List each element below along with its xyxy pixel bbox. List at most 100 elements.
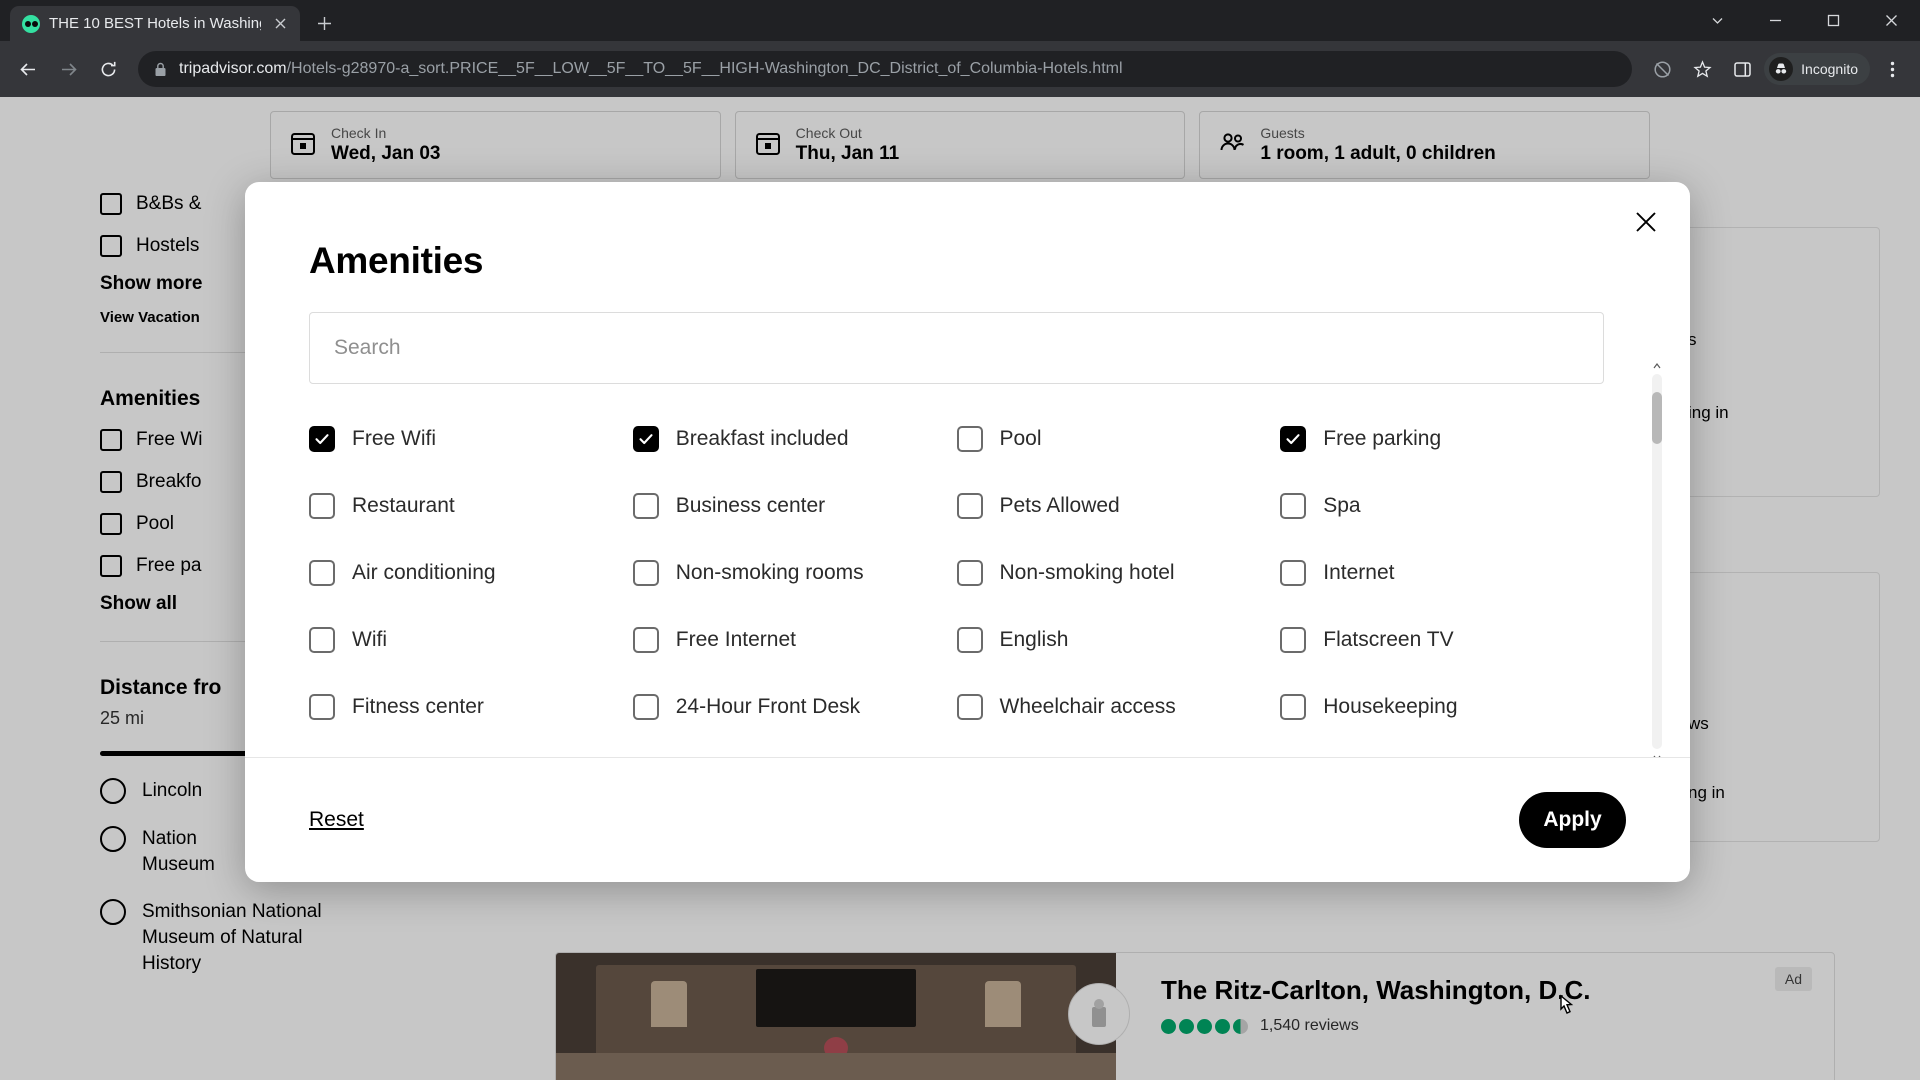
reload-icon[interactable] [90,51,126,87]
amenity-option-business-center[interactable]: Business center [632,493,957,519]
amenity-options-grid: Free Wifi Breakfast included Pool Free park… [309,426,1626,720]
checkbox-icon[interactable] [956,493,983,519]
apply-button[interactable]: Apply [1519,792,1626,848]
amenity-option-pool[interactable]: Pool [956,426,1281,452]
address-bar[interactable]: tripadvisor.com/Hotels-g28970-a_sort.PRI… [138,51,1633,87]
amenity-option-free-parking[interactable]: Free parking [1280,426,1604,452]
amenity-option-label: Internet [1323,561,1395,584]
checkbox-icon[interactable] [632,627,659,653]
checkbox-icon[interactable] [956,560,983,586]
search-wrapper [309,312,1626,384]
modal-scrollbar[interactable] [1652,362,1662,757]
lock-icon [154,62,167,77]
third-party-cookie-blocked-icon[interactable] [1644,51,1680,87]
amenity-option-non-smoking-hotel[interactable]: Non-smoking hotel [956,560,1281,586]
side-panel-icon[interactable] [1724,51,1760,87]
window-close-icon[interactable] [1862,0,1920,41]
checkbox-icon[interactable] [1280,493,1307,519]
amenity-option-label: Free parking [1323,427,1442,450]
amenity-option-label: Restaurant [352,494,455,517]
amenity-option-label: Business center [675,494,826,517]
checkbox-icon[interactable] [956,627,983,653]
url-host: tripadvisor.com [179,60,287,77]
amenity-option-label: Pool [999,427,1042,450]
amenity-option-label: Free Internet [675,628,796,651]
amenity-option-internet[interactable]: Internet [1280,560,1604,586]
amenity-option-label: Non-smoking rooms [675,561,864,584]
kebab-menu-icon[interactable] [1874,51,1910,87]
amenity-option-label: English [999,628,1069,651]
star-icon[interactable] [1684,51,1720,87]
amenity-option-non-smoking-rooms[interactable]: Non-smoking rooms [632,560,957,586]
scrollbar-thumb[interactable] [1652,392,1662,444]
amenity-option-breakfast-included[interactable]: Breakfast included [632,426,957,452]
amenity-option-label: Free Wifi [352,427,436,450]
modal-footer: Reset Apply [245,757,1690,882]
checkbox-icon[interactable] [632,493,659,519]
amenity-option-label: Fitness center [352,695,484,718]
browser-window: THE 10 BEST Hotels in Washingt tripadvis… [0,0,1920,1080]
checkbox-icon[interactable] [1280,426,1307,452]
checkbox-icon[interactable] [1280,694,1307,720]
amenity-option-label: Breakfast included [675,427,849,450]
amenity-option-label: Flatscreen TV [1323,628,1454,651]
amenity-option-air-conditioning[interactable]: Air conditioning [309,560,633,586]
minimize-icon[interactable] [1746,0,1804,41]
url-path: /Hotels-g28970-a_sort.PRICE__5F__LOW__5F… [286,60,1123,77]
amenity-option-24-hour-front-desk[interactable]: 24-Hour Front Desk [632,694,957,720]
amenity-option-housekeeping[interactable]: Housekeeping [1280,694,1604,720]
amenity-option-wifi[interactable]: Wifi [309,627,633,653]
checkbox-icon[interactable] [1280,560,1307,586]
checkbox-icon[interactable] [309,627,335,653]
incognito-label: Incognito [1801,61,1858,77]
amenities-modal: Amenities Free Wifi Breakfast included Poo… [245,182,1690,882]
checkbox-icon[interactable] [632,426,659,452]
amenity-option-label: Wheelchair access [999,695,1176,718]
checkbox-icon[interactable] [309,560,335,586]
amenity-option-label: Spa [1323,494,1361,517]
close-icon[interactable] [1624,200,1668,244]
checkbox-icon[interactable] [309,426,335,452]
amenity-option-flatscreen-tv[interactable]: Flatscreen TV [1280,627,1604,653]
modal-title: Amenities [309,240,484,281]
amenity-option-label: Housekeeping [1323,695,1458,718]
amenity-option-free-internet[interactable]: Free Internet [632,627,957,653]
reset-button[interactable]: Reset [309,808,364,832]
forward-arrow-icon[interactable] [50,51,86,87]
incognito-hat-icon [1769,57,1794,81]
browser-tab[interactable]: THE 10 BEST Hotels in Washingt [10,6,300,41]
tab-strip: THE 10 BEST Hotels in Washingt [0,0,1920,41]
modal-body: Free Wifi Breakfast included Pool Free park… [245,312,1690,757]
amenity-option-label: Wifi [352,628,387,651]
amenity-option-label: 24-Hour Front Desk [675,695,861,718]
amenity-option-fitness-center[interactable]: Fitness center [309,694,633,720]
address-bar-url: tripadvisor.com/Hotels-g28970-a_sort.PRI… [179,60,1123,78]
checkbox-icon[interactable] [632,560,659,586]
page-content: Check In Wed, Jan 03 Check Out Thu, Jan … [0,97,1920,1080]
amenity-option-label: Non-smoking hotel [999,561,1175,584]
checkbox-icon[interactable] [309,493,335,519]
maximize-icon[interactable] [1804,0,1862,41]
tab-title: THE 10 BEST Hotels in Washingt [49,15,261,32]
checkbox-icon[interactable] [956,694,983,720]
search-input[interactable] [309,312,1604,384]
amenity-option-free-wifi[interactable]: Free Wifi [309,426,633,452]
tab-close-icon[interactable] [270,14,290,34]
checkbox-icon[interactable] [632,694,659,720]
checkbox-icon[interactable] [1280,627,1307,653]
window-controls [1688,0,1920,41]
checkbox-icon[interactable] [309,694,335,720]
incognito-indicator[interactable]: Incognito [1764,53,1870,85]
new-tab-button[interactable] [309,8,339,38]
checkbox-icon[interactable] [956,426,983,452]
chevron-down-icon[interactable] [1652,752,1662,757]
amenity-option-english[interactable]: English [956,627,1281,653]
chevron-up-icon[interactable] [1652,360,1662,371]
back-arrow-icon[interactable] [10,51,46,87]
amenity-option-spa[interactable]: Spa [1280,493,1604,519]
browser-toolbar: tripadvisor.com/Hotels-g28970-a_sort.PRI… [0,41,1920,97]
amenity-option-pets-allowed[interactable]: Pets Allowed [956,493,1281,519]
amenity-option-restaurant[interactable]: Restaurant [309,493,633,519]
chevron-down-icon[interactable] [1688,0,1746,41]
amenity-option-wheelchair-access[interactable]: Wheelchair access [956,694,1281,720]
